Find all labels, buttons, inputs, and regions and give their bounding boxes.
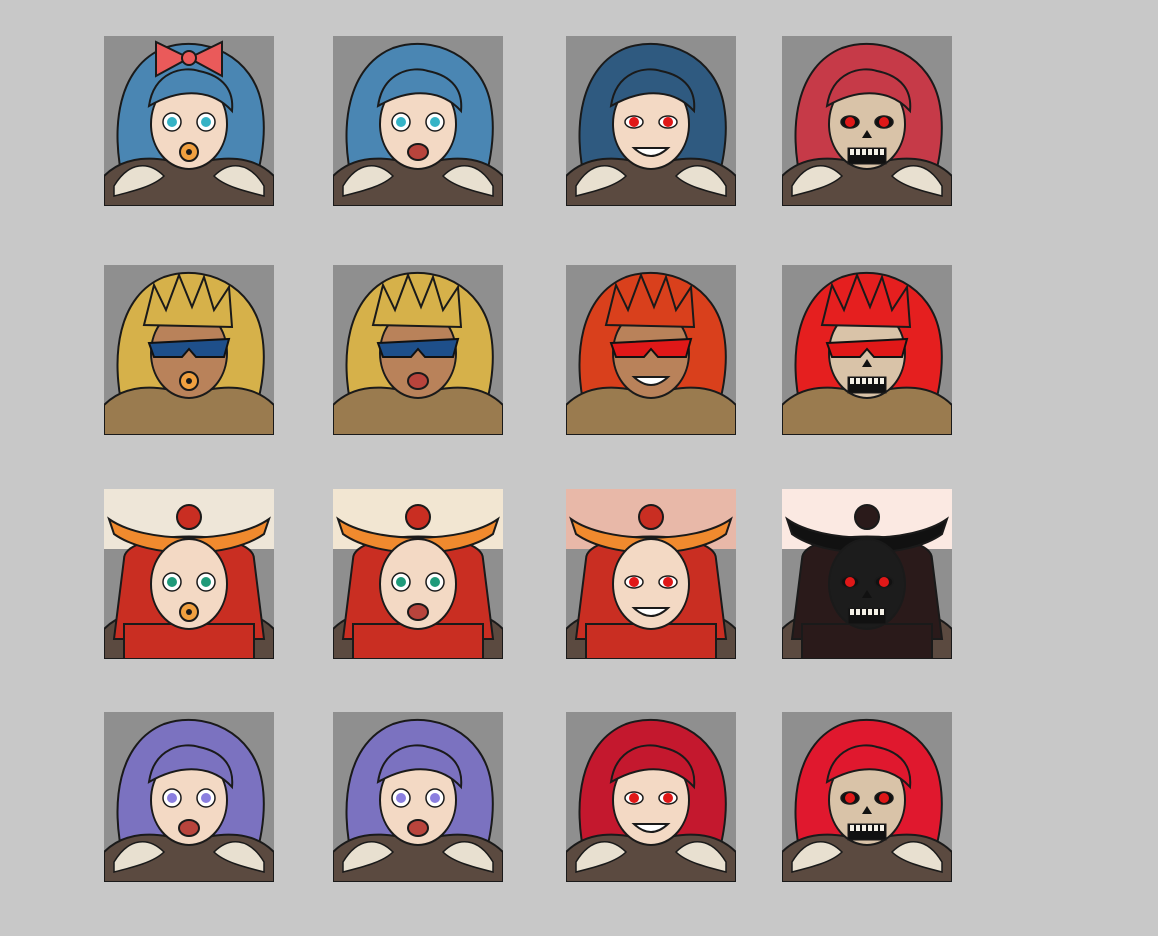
sunglasses-brawler-adult-portrait[interactable] [333,265,503,435]
blue-haired-girl-baby-portrait[interactable] [104,36,274,206]
blonde-baby-with-sunglasses-portrait [104,265,274,435]
blue-haired-girl-undead-portrait[interactable] [782,36,952,206]
purple-haired-girl-child-portrait[interactable] [104,712,274,882]
sunglasses-brawler-evil-portrait[interactable] [566,265,736,435]
blue-haired-woman-red-eyes-grinning-portrait [566,36,736,206]
red-haired-man-with-red-glasses-roaring-portrait [566,265,736,435]
baby-girl-with-bow-and-pacifier-portrait [104,36,274,206]
samurai-gritting-teeth-portrait [333,489,503,659]
black-oni-mask-samurai-portrait [782,489,952,659]
samurai-adult-portrait[interactable] [333,489,503,659]
blue-haired-girl-adult-portrait[interactable] [333,36,503,206]
samurai-baby-portrait[interactable] [104,489,274,659]
purple-haired-woman-smirking-portrait [333,712,503,882]
baby-samurai-with-pacifier-portrait [104,489,274,659]
sunglasses-brawler-undead-portrait[interactable] [782,265,952,435]
samurai-red-eyes-grinning-portrait [566,489,736,659]
blonde-man-with-sunglasses-yelling-portrait [333,265,503,435]
samurai-evil-portrait[interactable] [566,489,736,659]
blue-haired-girl-evil-portrait[interactable] [566,36,736,206]
crimson-haired-woman-fangs-portrait [566,712,736,882]
red-haired-skull-man-with-red-glasses-portrait [782,265,952,435]
blue-haired-woman-shouting-portrait [333,36,503,206]
red-haired-skull-woman-portrait [782,36,952,206]
sunglasses-brawler-baby-portrait[interactable] [104,265,274,435]
purple-haired-girl-adult-portrait[interactable] [333,712,503,882]
crimson-haired-skull-woman-portrait [782,712,952,882]
samurai-undead-portrait[interactable] [782,489,952,659]
purple-haired-girl-surprised-portrait [104,712,274,882]
purple-haired-girl-undead-portrait[interactable] [782,712,952,882]
purple-haired-girl-evil-portrait[interactable] [566,712,736,882]
